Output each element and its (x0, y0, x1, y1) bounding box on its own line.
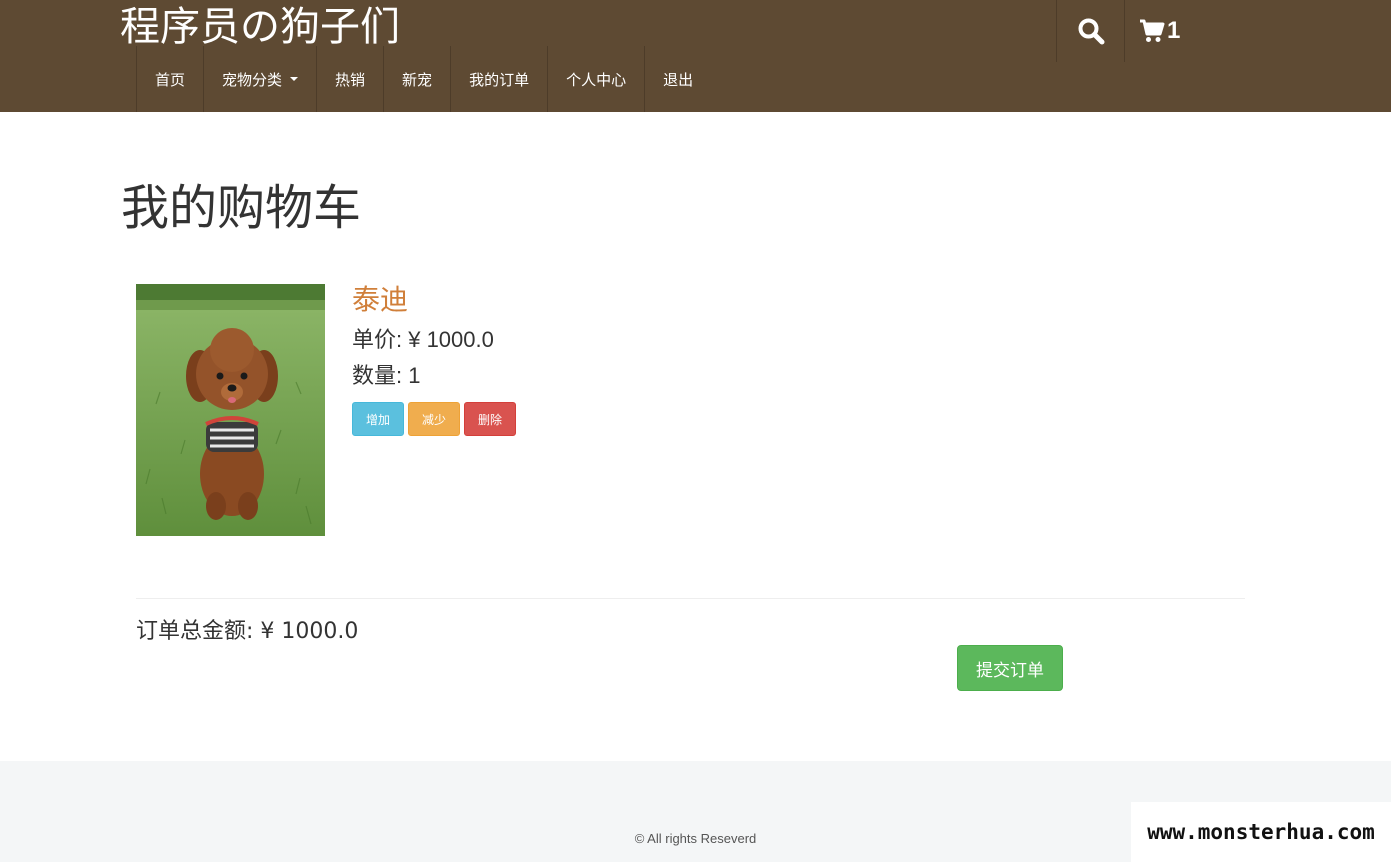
nav-item-pet-categories[interactable]: 宠物分类 (203, 46, 316, 112)
cart-icon (1140, 19, 1165, 42)
nav-label: 热销 (335, 70, 366, 89)
product-image[interactable] (136, 284, 325, 536)
page-title: 我的购物车 (121, 180, 362, 236)
search-icon (1078, 18, 1104, 45)
submit-order-button[interactable]: 提交订单 (957, 645, 1063, 691)
nav-label: 首页 (155, 70, 186, 89)
unit-price: 单价: ¥ 1000.0 (352, 327, 494, 352)
nav-label: 我的订单 (469, 70, 530, 89)
site-brand[interactable]: 程序员の狗子们 (120, 2, 400, 52)
nav-item-hot-sale[interactable]: 热销 (316, 46, 383, 112)
nav-item-new-pets[interactable]: 新宠 (383, 46, 450, 112)
nav-label: 新宠 (402, 70, 433, 89)
decrease-button[interactable]: 减少 (408, 402, 461, 436)
product-name[interactable]: 泰迪 (352, 282, 516, 318)
nav-label: 宠物分类 (222, 70, 283, 89)
search-button[interactable] (1056, 0, 1124, 62)
order-total: 订单总金额: ¥ 1000.0 (136, 619, 359, 644)
caret-down-icon (290, 77, 299, 81)
delete-button[interactable]: 删除 (464, 402, 517, 436)
nav-item-profile[interactable]: 个人中心 (547, 46, 644, 112)
nav-item-my-orders[interactable]: 我的订单 (450, 46, 547, 112)
header-icons: 1 (1056, 0, 1192, 62)
quantity: 数量: 1 (352, 363, 421, 388)
cart-button[interactable]: 1 (1124, 0, 1192, 62)
nav-item-home[interactable]: 首页 (136, 46, 203, 112)
site-header: 程序员の狗子们 1 首页 宠物分类 热销 新宠 我的订单 个人中心 退出 (0, 0, 1391, 112)
cart-item: 泰迪 单价: ¥ 1000.0 数量: 1 增加 减少 删除 (352, 282, 517, 436)
nav-label: 退出 (663, 70, 694, 89)
cart-count-badge: 1 (1167, 17, 1181, 44)
main-nav: 首页 宠物分类 热销 新宠 我的订单 个人中心 退出 (136, 46, 711, 112)
increase-button[interactable]: 增加 (352, 402, 405, 436)
watermark: www.monsterhua.com (1131, 802, 1391, 862)
nav-item-logout[interactable]: 退出 (644, 46, 711, 112)
cart-item-actions: 增加 减少 删除 (352, 402, 517, 436)
divider (136, 598, 1245, 599)
nav-label: 个人中心 (566, 70, 627, 89)
